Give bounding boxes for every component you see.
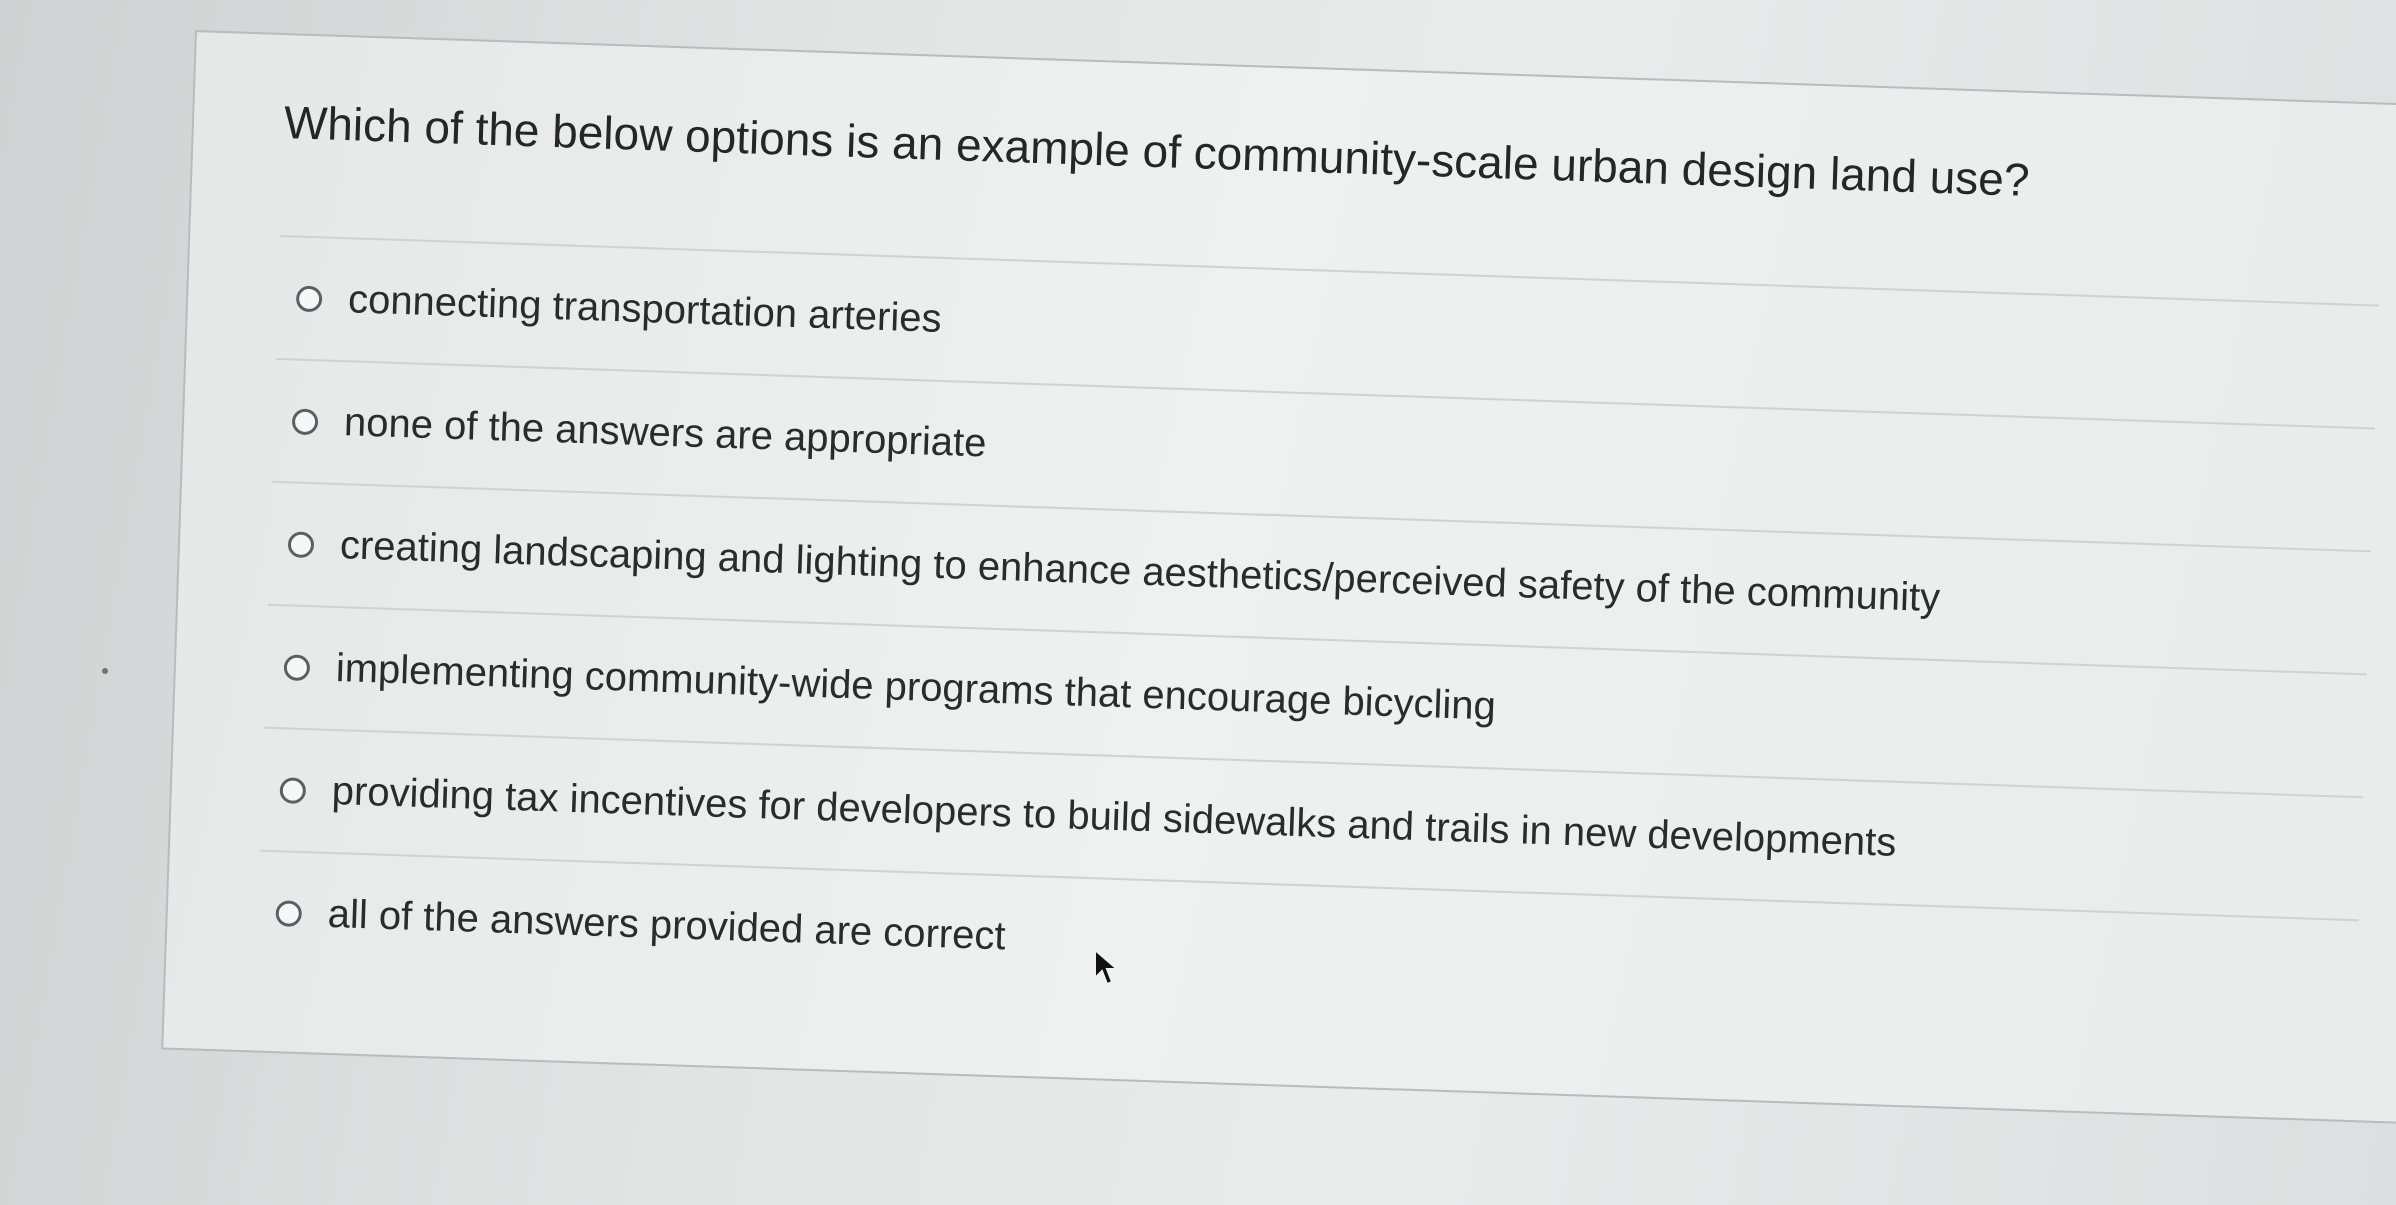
question-card: Which of the below options is an example… (161, 30, 2396, 1125)
answer-label: creating landscaping and lighting to enh… (339, 523, 1941, 621)
answer-list: connecting transportation arteries none … (255, 234, 2380, 1043)
question-text: Which of the below options is an example… (283, 96, 2031, 206)
screen: Which of the below options is an example… (0, 0, 2396, 1205)
answer-label: implementing community-wide programs tha… (335, 646, 1497, 729)
answer-label: none of the answers are appropriate (343, 400, 988, 466)
radio-button-icon[interactable] (283, 653, 311, 681)
radio-button-icon[interactable] (295, 285, 323, 312)
answer-label: connecting transportation arteries (347, 277, 943, 341)
radio-button-icon[interactable] (291, 407, 319, 435)
answer-label: all of the answers provided are correct (327, 891, 1007, 959)
radio-button-icon[interactable] (287, 530, 315, 558)
answer-label: providing tax incentives for developers … (331, 768, 1898, 865)
screen-speck (102, 668, 108, 674)
radio-button-icon[interactable] (275, 899, 303, 927)
radio-button-icon[interactable] (279, 776, 307, 804)
mouse-pointer-icon (1094, 948, 1120, 986)
